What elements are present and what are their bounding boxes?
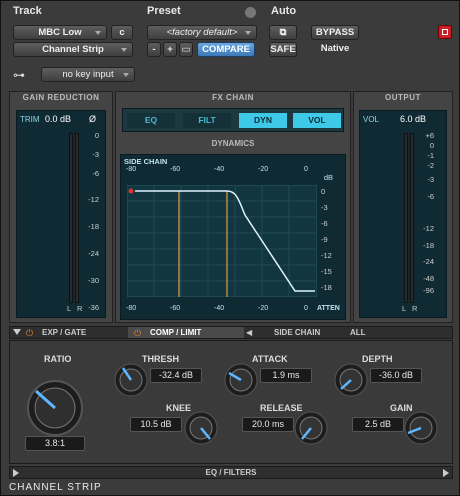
footer-title: CHANNEL STRIP: [9, 482, 102, 493]
compare-button[interactable]: COMPARE: [197, 42, 255, 57]
auto-icon[interactable]: ⧉: [269, 25, 297, 40]
output-display: VOL 6.0 dB +6 0 -1 -2 -3 -6 -12 -18 -24 …: [359, 110, 447, 318]
expand-right-icon[interactable]: [443, 469, 449, 477]
vol-label: VOL: [363, 115, 380, 124]
gr-left-label: L: [67, 304, 72, 313]
right-ticks: 0 -3 -6 -9 -12 -15 -18: [321, 187, 332, 292]
track-header: Track: [13, 5, 42, 17]
db-label: dB: [323, 173, 333, 182]
depth-value[interactable]: -36.0 dB: [370, 368, 422, 383]
out-scale: +6 0 -1 -2 -3 -6 -12 -18 -24 -48 -96: [423, 131, 434, 295]
controls-panel: RATIO 3.8:1 THRESH -32.4 dB KNEE 10.5 dB…: [9, 340, 453, 464]
tab-side-chain[interactable]: SIDE CHAIN: [274, 327, 320, 339]
tab-comp-limit[interactable]: COMP / LIMIT: [150, 327, 201, 339]
gr-scale: 0 -3 -6 -12 -18 -24 -30 -36: [88, 131, 99, 312]
thresh-knob[interactable]: [114, 363, 148, 397]
fx-dyn-button[interactable]: DYN: [239, 113, 287, 128]
transfer-curve-plot[interactable]: [127, 185, 317, 297]
phase-button[interactable]: Ø: [89, 114, 96, 124]
safe-button[interactable]: SAFE: [269, 42, 297, 57]
power-icon[interactable]: [438, 25, 452, 39]
center-panel: FX CHAIN EQ FILT DYN VOL DYNAMICS SIDE C…: [115, 91, 351, 323]
knee-knob[interactable]: [184, 411, 218, 445]
ratio-knob[interactable]: [26, 379, 84, 437]
trim-value[interactable]: 0.0 dB: [45, 114, 71, 124]
dynamics-title: DYNAMICS: [211, 139, 255, 148]
preset-selector[interactable]: <factory default>: [147, 25, 257, 40]
input-dot-icon: [128, 188, 134, 194]
key-input-selector[interactable]: no key input: [41, 67, 135, 82]
tab-all[interactable]: ALL: [350, 327, 366, 339]
plugin-window: Track Preset Auto MBC Low c Channel Stri…: [0, 0, 460, 496]
knee-value[interactable]: 10.5 dB: [130, 417, 182, 432]
release-value[interactable]: 20.0 ms: [242, 417, 294, 432]
out-meter-right: [410, 133, 414, 303]
native-label: Native: [320, 43, 350, 54]
collapse-icon[interactable]: [13, 329, 21, 335]
preset-copy-icon[interactable]: ▭: [179, 42, 193, 57]
out-meter-left: [404, 133, 408, 303]
attack-value[interactable]: 1.9 ms: [260, 368, 312, 383]
fx-chain-title: FX CHAIN: [212, 93, 254, 102]
gain-reduction-display: TRIM 0.0 dB Ø 0 -3 -6 -12 -18 -24 -30 -3…: [16, 110, 106, 318]
bypass-button[interactable]: BYPASS: [311, 25, 359, 40]
out-left-label: L: [402, 304, 407, 313]
tab-exp-gate[interactable]: EXP / GATE: [42, 327, 86, 339]
side-chain-label: SIDE CHAIN: [124, 157, 168, 166]
fx-eq-button[interactable]: EQ: [127, 113, 175, 128]
fx-chain-strip: EQ FILT DYN VOL: [122, 108, 344, 132]
out-right-label: R: [412, 304, 418, 313]
gr-meter-right: [75, 133, 79, 303]
comp-limit-power-icon[interactable]: ⏻: [134, 328, 141, 339]
preset-menu-icon[interactable]: [245, 7, 256, 18]
eq-filters-label: EQ / FILTERS: [205, 468, 257, 477]
atten-label: ATTEN: [317, 305, 340, 312]
trim-label: TRIM: [20, 115, 40, 124]
ratio-label: RATIO: [44, 354, 72, 364]
depth-knob[interactable]: [334, 363, 368, 397]
output-panel: OUTPUT VOL 6.0 dB +6 0 -1 -2 -3 -6 -12 -…: [353, 91, 453, 323]
preset-header: Preset: [147, 5, 181, 17]
ratio-value[interactable]: 3.8:1: [25, 436, 85, 451]
key-icon: ⊶: [13, 68, 25, 82]
attack-knob[interactable]: [224, 363, 258, 397]
preset-next-button[interactable]: +: [163, 42, 177, 57]
track-selector[interactable]: MBC Low: [13, 25, 107, 40]
gain-reduction-title: GAIN REDUCTION: [22, 93, 100, 102]
gr-right-label: R: [77, 304, 83, 313]
gr-meter-left: [69, 133, 73, 303]
thresh-value[interactable]: -32.4 dB: [150, 368, 202, 383]
eq-filters-bar[interactable]: EQ / FILTERS: [9, 466, 453, 479]
insert-selector[interactable]: Channel Strip: [13, 42, 133, 57]
gain-value[interactable]: 2.5 dB: [352, 417, 404, 432]
channel-selector[interactable]: c: [111, 25, 133, 40]
section-tabs: ⏻ EXP / GATE ⏻ COMP / LIMIT ◀ SIDE CHAIN…: [9, 326, 453, 339]
gain-knob[interactable]: [404, 411, 438, 445]
dynamics-graph: SIDE CHAIN -80 -60 -40 -20 0 dB 0 -3 -6 …: [120, 154, 346, 320]
speaker-icon[interactable]: ◀: [246, 328, 252, 337]
fx-filt-button[interactable]: FILT: [183, 113, 231, 128]
output-title: OUTPUT: [385, 93, 421, 102]
auto-header: Auto: [271, 5, 297, 17]
vol-value[interactable]: 6.0 dB: [400, 114, 426, 124]
preset-prev-button[interactable]: -: [147, 42, 161, 57]
exp-gate-power-icon[interactable]: ⏻: [26, 328, 33, 339]
gain-reduction-panel: GAIN REDUCTION TRIM 0.0 dB Ø 0 -3 -6 -12…: [9, 91, 113, 323]
fx-vol-button[interactable]: VOL: [293, 113, 341, 128]
release-knob[interactable]: [294, 411, 328, 445]
